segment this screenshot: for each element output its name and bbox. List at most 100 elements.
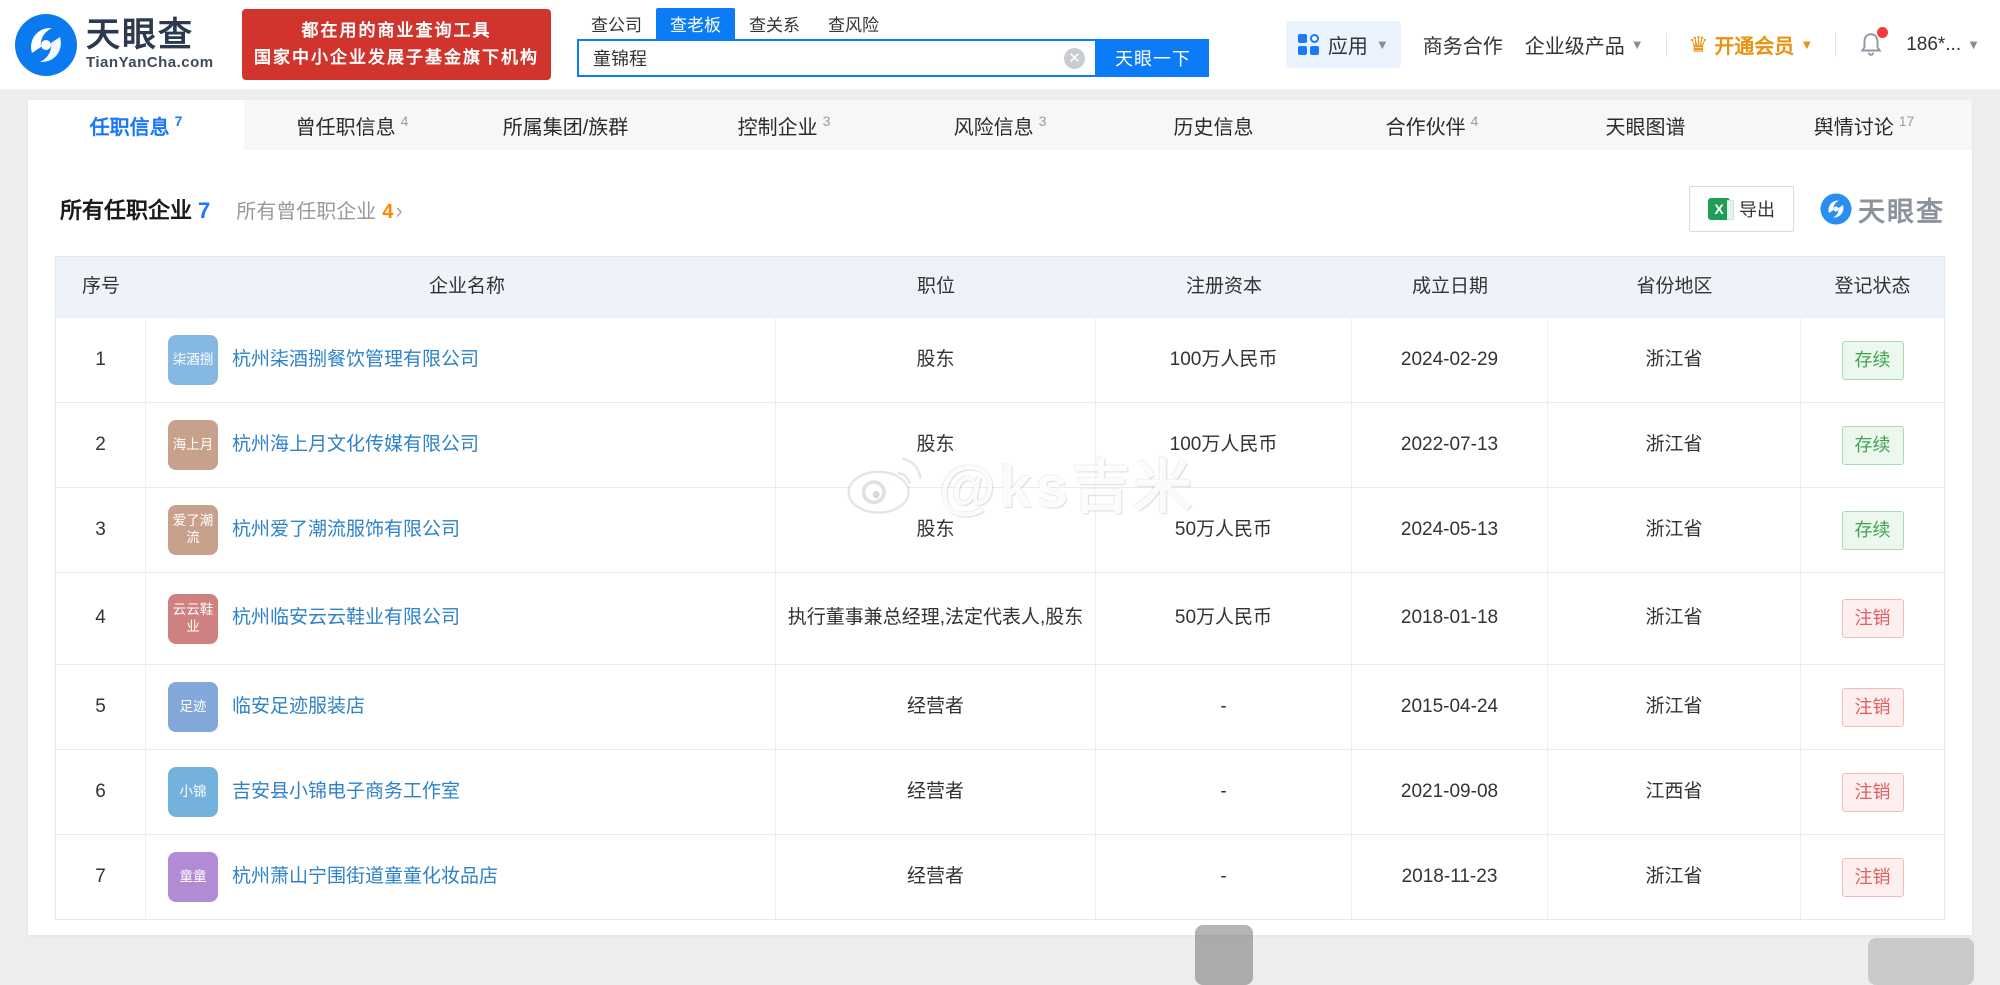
tab-history-info[interactable]: 历史信息 xyxy=(1108,100,1324,150)
nav-business-cooperation[interactable]: 商务合作 xyxy=(1423,30,1503,59)
tab-risk-info[interactable]: 风险信息 3 xyxy=(892,100,1108,150)
tab-controlled-companies[interactable]: 控制企业 3 xyxy=(676,100,892,150)
table-row: 6 小锦 吉安县小锦电子商务工作室 经营者 - 2021-09-08 江西省 注… xyxy=(56,749,1944,834)
company-avatar: 爱了潮流 xyxy=(168,505,218,555)
company-avatar: 足迹 xyxy=(168,682,218,732)
search-tab-boss[interactable]: 查老板 xyxy=(656,7,735,39)
province-cell: 浙江省 xyxy=(1548,573,1801,664)
content-card: 任职信息 7 曾任职信息 4 所属集团/族群 控制企业 3 风险信息 3 历史信息 合作… xyxy=(28,100,1972,935)
apps-menu[interactable]: 应用 ▼ xyxy=(1285,21,1401,68)
chevron-down-icon: ▼ xyxy=(1375,37,1389,52)
province-cell: 浙江省 xyxy=(1548,665,1801,749)
chevron-down-icon: ▼ xyxy=(1630,37,1644,52)
date-cell: 2018-11-23 xyxy=(1352,835,1548,919)
table-row: 4 云云鞋业 杭州临安云云鞋业有限公司 执行董事兼总经理,法定代表人,股东 50… xyxy=(56,572,1944,664)
search-tabs: 查公司 查老板 查关系 查风险 xyxy=(577,7,1209,39)
position-cell: 经营者 xyxy=(776,750,1096,834)
table-row: 1 柒酒捌 杭州柒酒捌餐饮管理有限公司 股东 100万人民币 2024-02-2… xyxy=(56,317,1944,402)
tianyancha-watermark-logo: 天眼查 xyxy=(1820,190,1945,229)
col-no: 序号 xyxy=(81,275,120,297)
province-cell: 浙江省 xyxy=(1548,488,1801,572)
province-cell: 浙江省 xyxy=(1548,835,1801,919)
tianyancha-mini-icon xyxy=(1820,193,1852,225)
date-cell: 2018-01-18 xyxy=(1352,573,1548,664)
section-header: 所有任职企业 7 所有曾任职企业 4› X 导出 天眼查 xyxy=(28,150,1972,256)
tianyancha-logo[interactable]: 天眼查 TianYanCha.com xyxy=(14,13,220,77)
search-tab-risk[interactable]: 查风险 xyxy=(814,8,893,39)
chevron-down-icon: ▼ xyxy=(1800,37,1814,52)
logo-title: 天眼查 xyxy=(86,16,194,55)
tab-partners[interactable]: 合作伙伴 4 xyxy=(1324,100,1540,150)
table-row: 5 足迹 临安足迹服装店 经营者 - 2015-04-24 浙江省 注销 xyxy=(56,664,1944,749)
search-button[interactable]: 天眼一下 xyxy=(1097,38,1209,77)
company-avatar: 海上月 xyxy=(168,420,218,470)
status-badge: 注销 xyxy=(1841,772,1904,812)
company-avatar: 小锦 xyxy=(168,767,218,817)
clear-search-icon[interactable]: ✕ xyxy=(1064,47,1085,69)
positions-table: 序号 企业名称 职位 注册资本 成立日期 省份地区 登记状态 1 柒酒捌 杭州柒… xyxy=(55,256,1945,920)
search-area: 查公司 查老板 查关系 查风险 ✕ 天眼一下 xyxy=(577,7,1209,77)
divider xyxy=(1665,32,1667,57)
capital-cell: 100万人民币 xyxy=(1096,318,1352,402)
capital-cell: - xyxy=(1096,750,1352,834)
company-link[interactable]: 临安足迹服装店 xyxy=(232,693,365,722)
col-province: 省份地区 xyxy=(1636,275,1713,297)
position-cell: 经营者 xyxy=(776,835,1096,919)
chevron-down-icon: ▼ xyxy=(1967,37,1980,52)
date-cell: 2015-04-24 xyxy=(1352,665,1548,749)
search-input[interactable] xyxy=(579,40,1095,75)
chevron-right-icon: › xyxy=(395,197,403,223)
nav-vip-upgrade[interactable]: ♛ 开通会员 ▼ xyxy=(1689,30,1814,59)
search-tab-relation[interactable]: 查关系 xyxy=(735,8,814,39)
promo-line2: 国家中小企业发展子基金旗下机构 xyxy=(254,47,539,67)
nav-enterprise-products[interactable]: 企业级产品 ▼ xyxy=(1525,30,1644,59)
date-cell: 2024-05-13 xyxy=(1352,488,1548,572)
position-cell: 股东 xyxy=(776,403,1096,487)
position-cell: 执行董事兼总经理,法定代表人,股东 xyxy=(776,573,1096,664)
col-status: 登记状态 xyxy=(1834,275,1911,297)
company-link[interactable]: 杭州萧山宁围街道童童化妆品店 xyxy=(232,863,498,892)
tab-graph[interactable]: 天眼图谱 xyxy=(1540,100,1756,150)
crown-icon: ♛ xyxy=(1688,31,1709,57)
company-link[interactable]: 吉安县小锦电子商务工作室 xyxy=(232,778,460,807)
company-link[interactable]: 杭州柒酒捌餐饮管理有限公司 xyxy=(232,346,479,375)
capital-cell: 50万人民币 xyxy=(1096,573,1352,664)
company-avatar: 云云鞋业 xyxy=(168,593,218,644)
tab-public-opinion[interactable]: 舆情讨论 17 xyxy=(1756,100,1972,150)
top-nav: 应用 ▼ 商务合作 企业级产品 ▼ ♛ 开通会员 ▼ 186*... ▼ xyxy=(1285,21,1980,68)
tianyancha-logo-icon xyxy=(14,13,78,77)
apps-grid-icon xyxy=(1297,33,1320,56)
table-header-row: 序号 企业名称 职位 注册资本 成立日期 省份地区 登记状态 xyxy=(56,257,1944,317)
notification-dot xyxy=(1877,26,1889,38)
divider xyxy=(1835,32,1837,57)
status-badge: 存续 xyxy=(1841,340,1904,380)
col-date: 成立日期 xyxy=(1411,275,1488,297)
tab-positions[interactable]: 任职信息 7 xyxy=(28,100,244,150)
notifications-bell-icon[interactable] xyxy=(1858,26,1889,60)
excel-icon: X xyxy=(1708,198,1734,220)
watermark-artifact xyxy=(1195,925,1253,985)
status-badge: 注销 xyxy=(1841,599,1904,638)
account-menu[interactable]: 186*... ▼ xyxy=(1906,34,1980,56)
capital-cell: 100万人民币 xyxy=(1096,403,1352,487)
tab-group[interactable]: 所属集团/族群 xyxy=(460,100,676,150)
table-row: 3 爱了潮流 杭州爱了潮流服饰有限公司 股东 50万人民币 2024-05-13… xyxy=(56,487,1944,572)
capital-cell: - xyxy=(1096,665,1352,749)
tab-former-positions[interactable]: 曾任职信息 4 xyxy=(244,100,460,150)
search-tab-company[interactable]: 查公司 xyxy=(577,8,656,39)
company-link[interactable]: 杭州临安云云鞋业有限公司 xyxy=(232,604,460,633)
capital-cell: - xyxy=(1096,835,1352,919)
company-link[interactable]: 杭州海上月文化传媒有限公司 xyxy=(232,431,479,460)
status-badge: 存续 xyxy=(1841,425,1904,465)
status-badge: 注销 xyxy=(1841,857,1904,897)
col-position: 职位 xyxy=(916,275,955,297)
date-cell: 2021-09-08 xyxy=(1352,750,1548,834)
company-link[interactable]: 杭州爱了潮流服饰有限公司 xyxy=(232,516,460,545)
province-cell: 浙江省 xyxy=(1548,403,1801,487)
position-cell: 股东 xyxy=(776,488,1096,572)
export-button[interactable]: X 导出 xyxy=(1689,186,1794,232)
promo-banner[interactable]: 都在用的商业查询工具 国家中小企业发展子基金旗下机构 xyxy=(242,9,551,80)
promo-line1: 都在用的商业查询工具 xyxy=(301,21,492,41)
former-companies-link[interactable]: 所有曾任职企业 4› xyxy=(236,195,402,224)
watermark-artifact xyxy=(1868,938,1974,985)
